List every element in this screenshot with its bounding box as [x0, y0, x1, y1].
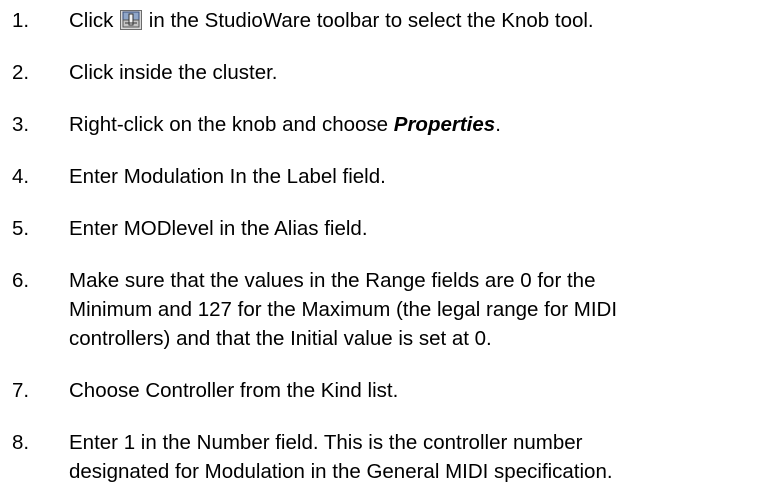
knob-tool-icon: [120, 10, 143, 30]
step-text: Enter 1 in the Number field. This is the…: [69, 431, 613, 483]
step-text: Enter Modulation In the Label field.: [69, 165, 386, 188]
step-text-after: .: [495, 113, 501, 136]
step-text: Right-click on the knob and choose Prope…: [69, 110, 765, 139]
step-number: 7.: [12, 379, 30, 402]
step-number: 3.: [12, 113, 30, 136]
step-text-after: in the StudioWare toolbar to select the …: [143, 9, 594, 32]
step-text-before: Click: [69, 9, 120, 32]
step-text-before: Right-click on the knob and choose: [69, 113, 394, 136]
step-number: 6.: [12, 269, 30, 292]
step-number: 2.: [12, 61, 30, 84]
step-number: 4.: [12, 165, 30, 188]
step-text: Choose Controller from the Kind list.: [69, 379, 399, 402]
properties-command: Properties: [393, 113, 496, 136]
step-text: Click in the StudioWare toolbar to selec…: [69, 6, 765, 35]
step-number: 8.: [12, 431, 30, 454]
step-text: Make sure that the values in the Range f…: [69, 269, 618, 350]
step-number: 1.: [12, 9, 30, 32]
step-text: Enter MODlevel in the Alias field.: [69, 217, 368, 240]
step-text: Click inside the cluster.: [69, 61, 278, 84]
step-number: 5.: [12, 217, 30, 240]
